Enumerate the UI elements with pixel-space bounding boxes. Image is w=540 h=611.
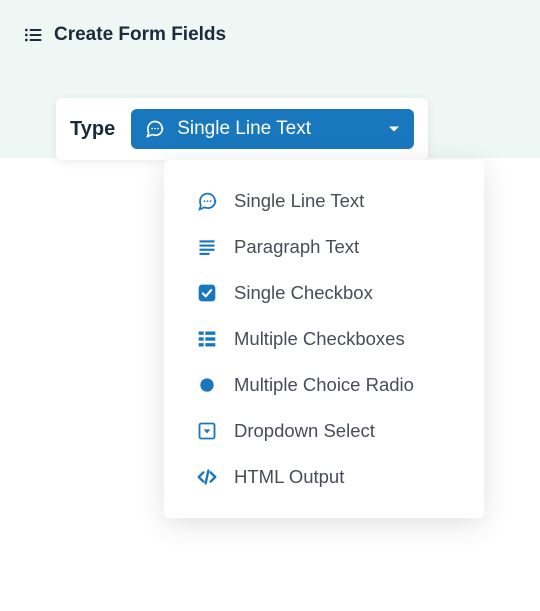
lines-icon: [196, 236, 218, 258]
type-option-multiple-choice-radio[interactable]: Multiple Choice Radio: [164, 362, 484, 408]
code-icon: [196, 466, 218, 488]
dropdown-icon: [196, 420, 218, 442]
type-option-multiple-checkboxes[interactable]: Multiple Checkboxes: [164, 316, 484, 362]
page-title: Create Form Fields: [54, 24, 226, 46]
type-option-label: HTML Output: [234, 466, 344, 488]
type-option-paragraph-text[interactable]: Paragraph Text: [164, 224, 484, 270]
type-option-label: Paragraph Text: [234, 236, 359, 258]
type-option-single-line-text[interactable]: Single Line Text: [164, 178, 484, 224]
caret-down-icon: [388, 123, 400, 135]
type-option-label: Multiple Choice Radio: [234, 374, 414, 396]
type-dropdown-button[interactable]: Single Line Text: [131, 109, 414, 149]
type-label: Type: [70, 118, 115, 141]
type-option-label: Single Line Text: [234, 190, 364, 212]
page-header: Create Form Fields: [22, 24, 226, 46]
form-fields-icon: [22, 24, 44, 46]
checkbox-icon: [196, 282, 218, 304]
type-dropdown-menu: Single Line Text Paragraph Text Single C…: [164, 160, 484, 518]
type-option-label: Single Checkbox: [234, 282, 373, 304]
type-option-html-output[interactable]: HTML Output: [164, 454, 484, 500]
type-option-label: Dropdown Select: [234, 420, 375, 442]
type-option-label: Multiple Checkboxes: [234, 328, 405, 350]
type-dropdown-selected-label: Single Line Text: [177, 118, 376, 140]
grid-icon: [196, 328, 218, 350]
chat-icon: [145, 119, 165, 139]
type-card: Type Single Line Text: [56, 98, 428, 160]
circle-icon: [196, 374, 218, 396]
type-option-single-checkbox[interactable]: Single Checkbox: [164, 270, 484, 316]
type-option-dropdown-select[interactable]: Dropdown Select: [164, 408, 484, 454]
chat-icon: [196, 190, 218, 212]
